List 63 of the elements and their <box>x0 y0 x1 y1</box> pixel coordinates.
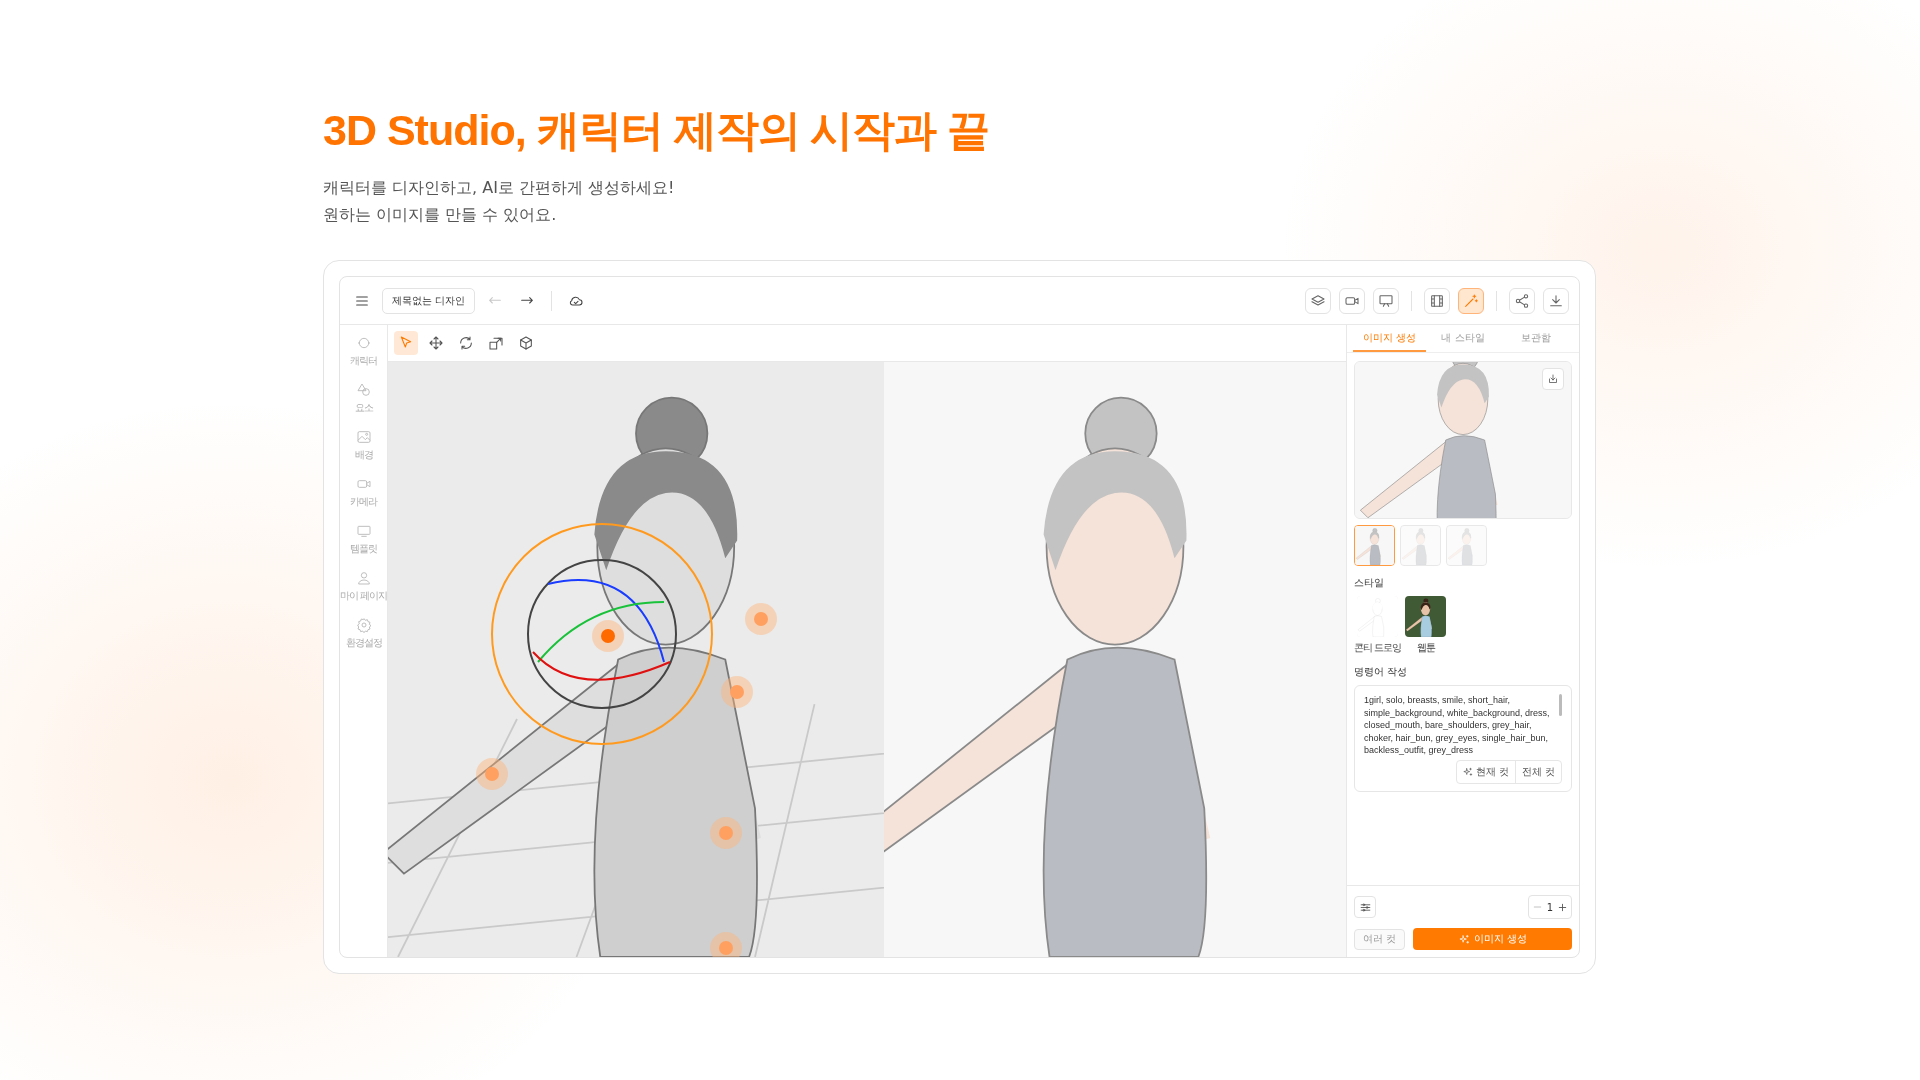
download-icon <box>1548 292 1564 309</box>
joint-handle[interactable] <box>476 758 508 790</box>
style-label: 콘티 드로잉 <box>1354 641 1402 655</box>
sidebar-item[interactable]: 마이 페이지 <box>340 570 388 603</box>
sparkle-icon <box>1462 766 1473 777</box>
download-button[interactable] <box>1543 287 1569 314</box>
cursor-icon <box>398 335 414 351</box>
sidebar-item[interactable]: 캐릭터 <box>350 335 377 368</box>
settings-button[interactable] <box>1354 896 1376 918</box>
film-icon <box>1429 292 1445 309</box>
scrollbar-thumb[interactable] <box>1559 694 1562 716</box>
panel-tab[interactable]: 이미지 생성 <box>1353 325 1427 352</box>
joint-handle[interactable] <box>745 603 777 635</box>
prompt-field[interactable]: 1girl, solo, breasts, smile, short_hair, simple_background, white_background, dress, closed_mouth, bare_shoulders, grey_hair, choker, hair_bun, grey_eyes, single_hair_bun, backless_outfit, grey_dress 현재 컷 전체 컷 <box>1354 685 1572 792</box>
prompt-option-button[interactable]: 현재 컷 <box>1456 760 1515 783</box>
magic-wand-icon <box>1463 292 1479 309</box>
headline: 3D Studio, 캐릭터 제작의 시작과 끝 <box>323 105 991 156</box>
joint-handle[interactable] <box>710 817 742 849</box>
sidebar-item[interactable]: 카메라 <box>350 476 377 509</box>
prompt-option-button[interactable]: 전체 컷 <box>1514 760 1561 783</box>
share-icon <box>1514 292 1530 309</box>
plus-icon[interactable] <box>1558 902 1567 912</box>
share-button[interactable] <box>1509 287 1535 314</box>
magic-button[interactable] <box>1458 287 1484 314</box>
camera-button[interactable] <box>1339 287 1365 314</box>
sparkle-icon <box>1458 933 1470 945</box>
layers-button[interactable] <box>1305 287 1331 314</box>
sliders-icon <box>1358 900 1372 914</box>
joint-handle[interactable] <box>721 676 753 708</box>
presentation-button[interactable] <box>1373 287 1399 314</box>
joint-handle[interactable] <box>710 932 742 957</box>
description-text: 캐릭터를 디자인하고, AI로 간편하게 생성하세요! <box>323 177 676 199</box>
monitor-icon <box>355 523 372 539</box>
panel-tab[interactable]: 내 스타일 <box>1426 325 1500 352</box>
film-button[interactable] <box>1424 287 1450 314</box>
rotate-icon <box>458 335 474 351</box>
panel-tab[interactable]: 보관함 <box>1499 325 1573 352</box>
rotation-gizmo[interactable] <box>491 523 713 745</box>
joint-handle[interactable] <box>592 620 624 652</box>
select-tool-button[interactable] <box>394 331 418 355</box>
cube-icon <box>518 335 534 351</box>
easel-icon <box>1378 292 1394 309</box>
count-stepper[interactable]: 1 <box>1527 895 1572 919</box>
sidebar-item[interactable]: 요소 <box>354 382 373 415</box>
sidebar-item[interactable]: 배경 <box>354 429 373 462</box>
shapes-icon <box>355 382 372 398</box>
style-label: 웹툰 <box>1416 641 1435 655</box>
section-label: 명령어 작성 <box>1354 665 1409 679</box>
description-text: 원하는 이미지를 만들 수 있어요. <box>323 204 558 226</box>
person-icon <box>355 570 372 586</box>
style-thumbnail[interactable] <box>1405 596 1447 637</box>
scale-icon <box>488 335 504 351</box>
download-icon <box>1547 373 1559 385</box>
sidebar-item[interactable]: 환경설정 <box>345 617 382 650</box>
settings-icon <box>355 617 372 633</box>
generate-button[interactable]: 이미지 생성 <box>1413 928 1572 950</box>
move-icon <box>428 335 444 351</box>
save-image-button[interactable] <box>1542 368 1564 390</box>
image-icon <box>355 429 372 445</box>
result-thumbnail[interactable] <box>1354 525 1395 566</box>
title-button[interactable]: 제목없는 디자인 <box>382 287 476 314</box>
section-label: 스타일 <box>1354 576 1385 590</box>
sidebar-item[interactable]: 템플릿 <box>350 523 377 556</box>
